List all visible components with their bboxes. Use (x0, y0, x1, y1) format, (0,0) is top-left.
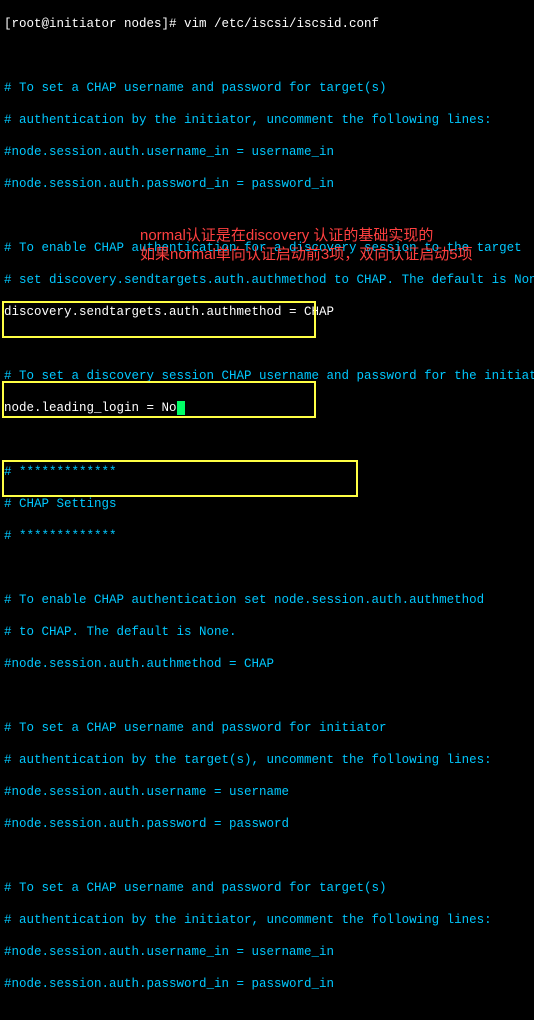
comment-line: # authentication by the target(s), uncom… (4, 752, 530, 768)
config-line: #node.session.auth.authmethod = CHAP (4, 656, 530, 672)
comment-line: # To set a CHAP username and password fo… (4, 720, 530, 736)
comment-line: # set discovery.sendtargets.auth.authmet… (4, 272, 530, 288)
blank-line (4, 848, 530, 864)
comment-line: # To set a CHAP username and password fo… (4, 80, 530, 96)
cursor (177, 401, 185, 415)
config-line: #node.session.auth.username = username (4, 784, 530, 800)
annotation-text: 如果normal单向认证启动前3项，双向认证启动5项 (140, 247, 473, 263)
blank-line (4, 432, 530, 448)
terminal[interactable]: [root@initiator nodes]# vim /etc/iscsi/i… (0, 0, 534, 1020)
shell-prompt-line: [root@initiator nodes]# vim /etc/iscsi/i… (4, 16, 530, 32)
config-line: #node.session.auth.username_in = usernam… (4, 144, 530, 160)
blank-line (4, 560, 530, 576)
section-line: # ************* (4, 464, 530, 480)
blank-line (4, 48, 530, 64)
config-line: discovery.sendtargets.auth.authmethod = … (4, 304, 530, 320)
blank-line (4, 688, 530, 704)
annotation-text: normal认证是在discovery 认证的基础实现的 (140, 228, 433, 244)
section-line: # ************* (4, 528, 530, 544)
config-line: #node.session.auth.username_in = usernam… (4, 944, 530, 960)
comment-line: # to CHAP. The default is None. (4, 624, 530, 640)
comment-line: # To set a CHAP username and password fo… (4, 880, 530, 896)
blank-line (4, 208, 530, 224)
blank-line (4, 1008, 530, 1020)
cursor-line: node.leading_login = No (4, 400, 530, 416)
config-line: #node.session.auth.password_in = passwor… (4, 976, 530, 992)
config-line: #node.session.auth.password_in = passwor… (4, 176, 530, 192)
config-line: #node.session.auth.password = password (4, 816, 530, 832)
config-line: node.leading_login = No (4, 401, 177, 415)
comment-line: # To enable CHAP authentication set node… (4, 592, 530, 608)
comment-line: # authentication by the initiator, uncom… (4, 112, 530, 128)
comment-line: # To set a discovery session CHAP userna… (4, 368, 530, 384)
comment-line: # authentication by the initiator, uncom… (4, 912, 530, 928)
blank-line (4, 336, 530, 352)
